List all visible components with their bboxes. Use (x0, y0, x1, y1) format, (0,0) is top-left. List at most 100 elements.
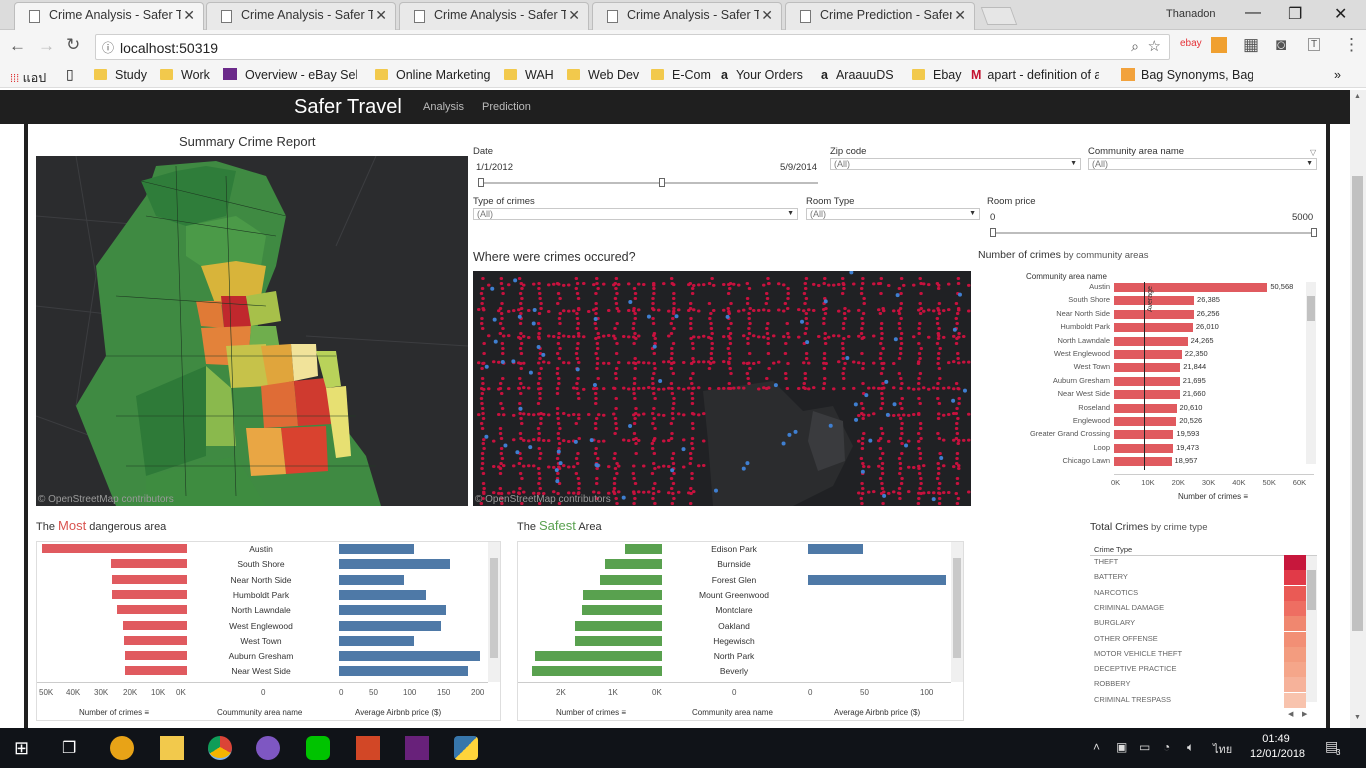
safest-price-bar[interactable] (808, 574, 946, 585)
tray-app-icon[interactable]: ▣ (1116, 740, 1127, 754)
browser-tab-5[interactable]: Crime Prediction - Safer ✕ (785, 2, 975, 30)
safest-crime-bar[interactable] (582, 589, 662, 600)
crime-type-heat-cell[interactable] (1284, 570, 1306, 586)
community-row-bar[interactable] (1114, 296, 1195, 306)
close-tab-icon[interactable]: ✕ (954, 7, 966, 24)
zoom-icon[interactable]: ⌕ (1131, 38, 1139, 55)
community-row-bar[interactable] (1114, 283, 1268, 292)
crime-type-heat-cell[interactable] (1284, 662, 1306, 678)
scroll-left-arrow-icon[interactable]: ◀ (1288, 710, 1293, 718)
camera-extension-icon[interactable]: ◙ (1276, 35, 1286, 55)
apps-bookmark[interactable]: ⁞⁞⁞ แอป (10, 68, 46, 88)
site-brand[interactable]: Safer Travel (294, 96, 402, 119)
most_dangerous-price-bar[interactable] (339, 635, 414, 646)
safest-crime-bar[interactable] (581, 605, 662, 616)
price-min-handle[interactable] (990, 228, 996, 237)
close-window-icon[interactable]: ✕ (1334, 4, 1347, 24)
browser-tab-2[interactable]: Crime Analysis - Safer Tra ✕ (206, 2, 396, 30)
scroll-thumb[interactable] (490, 558, 498, 658)
file-explorer-icon[interactable] (160, 736, 184, 760)
community-row-bar[interactable] (1114, 363, 1181, 373)
most_dangerous-crime-bar[interactable] (42, 544, 187, 553)
forward-icon[interactable]: → (38, 36, 55, 56)
date-start-handle[interactable] (478, 178, 484, 187)
volume-icon[interactable]: 🔈︎ (1187, 740, 1194, 755)
bookmark-araauuds[interactable]: a AraauuDS (821, 68, 894, 82)
ebay-extension-icon[interactable]: ebay (1180, 38, 1202, 49)
browser-tab-1[interactable]: Crime Analysis - Safer Tra ✕ (14, 2, 204, 31)
powerpoint-icon[interactable] (356, 736, 380, 760)
community-row-bar[interactable] (1114, 376, 1180, 386)
date-end-handle[interactable] (659, 178, 665, 187)
crime-type-heat-cell[interactable] (1284, 692, 1306, 708)
most_dangerous-crime-bar[interactable] (111, 574, 187, 584)
more-bookmarks-icon[interactable]: » (1334, 68, 1341, 82)
most_dangerous-crime-bar[interactable] (122, 620, 187, 630)
scroll-down-arrow-icon[interactable]: ▼ (1354, 714, 1361, 721)
most_dangerous-price-bar[interactable] (339, 589, 427, 600)
minimize-icon[interactable]: — (1245, 4, 1261, 22)
crime-type-heat-cell[interactable] (1284, 677, 1306, 693)
safest-crime-bar[interactable] (532, 666, 662, 677)
info-icon[interactable]: ⓘ (102, 39, 114, 56)
menu-icon[interactable]: ⋮ (1343, 35, 1360, 55)
summary-choropleth-map[interactable]: © OpenStreetMap contributors (36, 156, 468, 506)
bookmark-star-icon[interactable]: ☆ (1148, 37, 1161, 55)
room-price-slider[interactable] (990, 228, 1317, 237)
close-tab-icon[interactable]: ✕ (568, 7, 580, 24)
page-bookmark-icon[interactable]: ▯ (66, 66, 74, 83)
community-row-bar[interactable] (1114, 390, 1180, 400)
most_dangerous-crime-bar[interactable] (111, 559, 187, 569)
most_dangerous-price-bar[interactable] (339, 544, 414, 554)
safest-chart[interactable]: Edison Park Burnside Forest Glen Mount Gree… (517, 541, 964, 721)
windows-start-icon[interactable]: ⊞ (14, 738, 29, 759)
community-area-select[interactable]: (All) ▼ (1088, 158, 1317, 170)
community-row-bar[interactable] (1114, 457, 1172, 467)
crime-points-map[interactable]: © OpenStreetMap contributors (473, 271, 971, 506)
restore-icon[interactable]: ❐ (1288, 4, 1302, 24)
app-icon-cat[interactable] (256, 736, 280, 760)
bookmark-your-orders[interactable]: a Your Orders (721, 68, 803, 82)
safest-price-bar[interactable] (808, 544, 863, 554)
community-row-bar[interactable] (1114, 323, 1193, 333)
most_dangerous-crime-bar[interactable] (117, 605, 187, 615)
scroll-up-arrow-icon[interactable]: ▲ (1354, 93, 1361, 100)
community-bar-chart[interactable]: Austin 50,568 South Shore 26,385 Near North … (978, 282, 1318, 472)
sort-icon[interactable]: ≡ (621, 708, 626, 717)
scroll-thumb[interactable] (1307, 570, 1316, 610)
nav-prediction[interactable]: Prediction (482, 101, 531, 113)
community-row-bar[interactable] (1114, 417, 1177, 426)
most-dangerous-chart[interactable]: Austin South Shore Near North Side Humboldt… (36, 541, 501, 721)
panel-scrollbar[interactable] (488, 542, 500, 682)
reload-icon[interactable]: ↻ (66, 35, 80, 55)
most_dangerous-crime-bar[interactable] (124, 666, 187, 676)
power-icon[interactable]: ▭ (1139, 740, 1150, 754)
page-scrollbar[interactable]: ▲ ▼ (1350, 90, 1366, 728)
crime-type-heat-cell[interactable] (1284, 616, 1306, 632)
safest-crime-bar[interactable] (575, 635, 662, 646)
crime-type-scrollbar[interactable] (1306, 556, 1317, 702)
crime-type-heat-cell[interactable] (1284, 646, 1306, 662)
community-row-bar[interactable] (1114, 403, 1177, 413)
most_dangerous-price-bar[interactable] (339, 574, 404, 585)
sort-icon[interactable]: ≡ (1243, 492, 1248, 501)
back-icon[interactable]: ← (9, 36, 26, 56)
sort-icon[interactable]: ≡ (144, 708, 149, 717)
map-attribution[interactable]: © OpenStreetMap contributors (475, 494, 611, 505)
filter-funnel-icon[interactable]: ▽ (1310, 148, 1316, 157)
translate-extension-icon[interactable]: T (1308, 38, 1321, 51)
python-icon[interactable] (454, 736, 478, 760)
bookmark-work[interactable]: Work (160, 68, 210, 82)
close-tab-icon[interactable]: ✕ (375, 7, 387, 24)
clock[interactable]: 01:49 12/01/2018 (1250, 733, 1305, 760)
chrome-icon[interactable] (208, 736, 232, 760)
bookmark-study[interactable]: Study (94, 68, 147, 82)
bookmark-apart-definition[interactable]: Mapart - definition of a (971, 68, 1099, 82)
community-row-bar[interactable] (1114, 336, 1188, 346)
close-tab-icon[interactable]: ✕ (183, 7, 195, 24)
scroll-thumb[interactable] (1307, 296, 1315, 321)
safest-crime-bar[interactable] (575, 620, 662, 631)
most_dangerous-price-bar[interactable] (339, 651, 481, 662)
network-icon[interactable]: ◔ (1163, 740, 1170, 754)
crime-type-heat-cell[interactable] (1284, 585, 1306, 601)
